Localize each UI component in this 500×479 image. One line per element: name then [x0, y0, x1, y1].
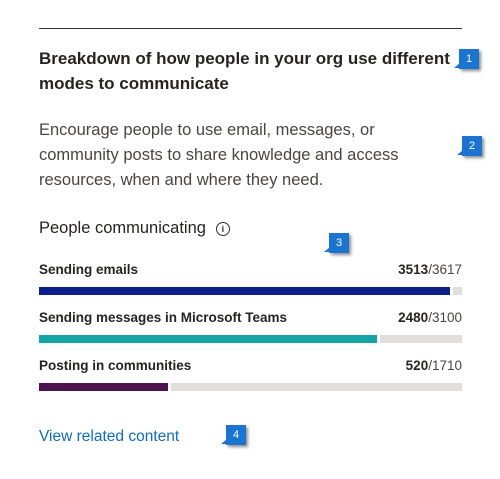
metric-value: 520	[405, 358, 429, 373]
metric-total: /3100	[428, 310, 462, 325]
card-description: Encourage people to use email, messages,…	[39, 121, 399, 189]
callout-badge: 2	[457, 136, 482, 156]
progress-fill	[39, 383, 168, 391]
progress-bar	[39, 335, 462, 343]
section-header: People communicating i	[39, 219, 230, 238]
metric-value: 3513	[398, 262, 429, 277]
metric-total: /1710	[428, 358, 462, 373]
progress-fill	[39, 287, 450, 295]
progress-remainder	[380, 335, 462, 343]
callout-badge: 1	[454, 49, 479, 69]
metric-label: Posting in communities	[39, 358, 192, 373]
callout-badge: 3	[324, 233, 349, 253]
metric-sending-emails: Sending emails 3513/3617	[39, 262, 462, 295]
metric-total: /3617	[428, 262, 462, 277]
metric-count: 3513/3617	[398, 262, 462, 277]
metric-sending-teams-messages: Sending messages in Microsoft Teams 2480…	[39, 310, 462, 343]
progress-remainder	[453, 287, 462, 295]
metric-posting-communities: Posting in communities 520/1710	[39, 358, 462, 391]
metric-value: 2480	[398, 310, 429, 325]
metric-label: Sending messages in Microsoft Teams	[39, 310, 288, 325]
view-related-content-link[interactable]: View related content	[39, 428, 179, 446]
metric-label: Sending emails	[39, 262, 139, 277]
callout-badge: 4	[221, 425, 246, 445]
top-divider	[39, 28, 462, 29]
section-title: People communicating	[39, 219, 206, 237]
metric-count: 2480/3100	[398, 310, 462, 325]
progress-fill	[39, 335, 377, 343]
metric-count: 520/1710	[406, 358, 462, 373]
progress-bar	[39, 287, 462, 295]
card-title: Breakdown of how people in your org use …	[39, 49, 450, 93]
progress-remainder	[171, 383, 462, 391]
info-icon[interactable]: i	[215, 221, 230, 236]
progress-bar	[39, 383, 462, 391]
